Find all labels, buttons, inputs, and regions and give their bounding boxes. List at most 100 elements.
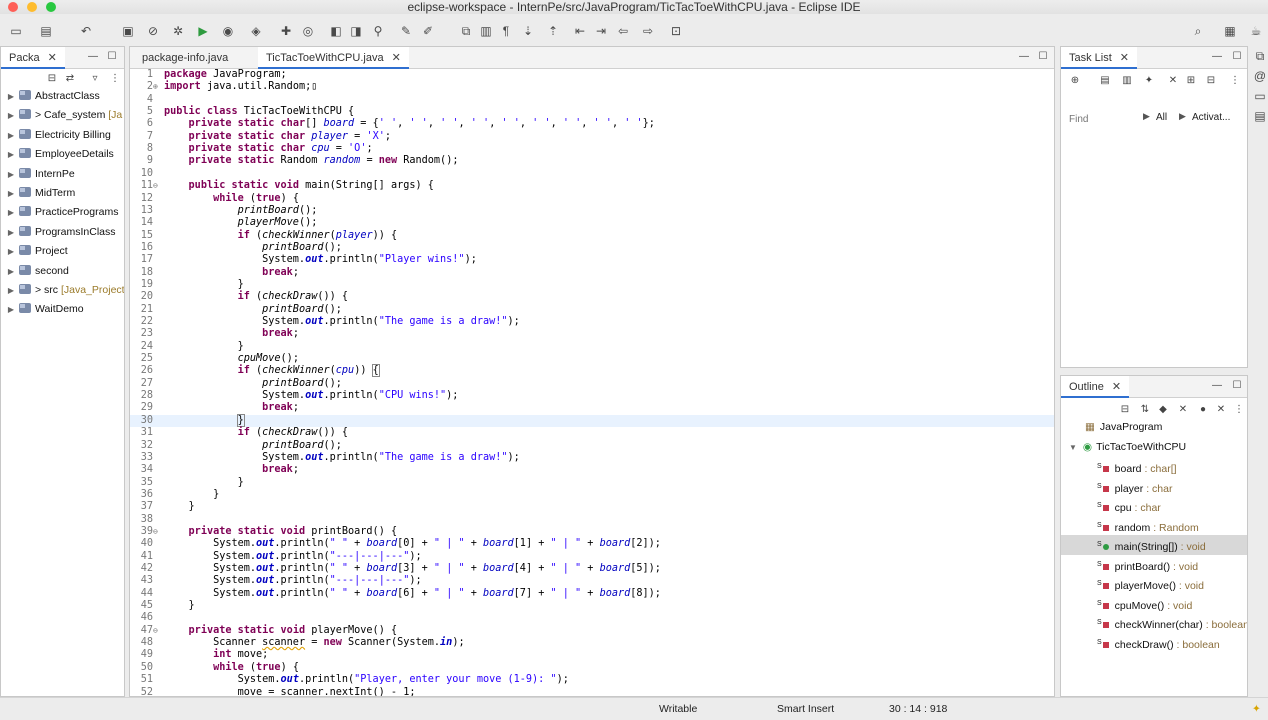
new-class-icon[interactable]: ◎	[300, 23, 316, 39]
external-tools-icon[interactable]: ◈	[248, 23, 264, 39]
tab-outline[interactable]: Outline ✕	[1061, 376, 1130, 398]
tab-task-list[interactable]: Task List ✕	[1061, 47, 1138, 69]
forward-icon[interactable]: ⇥	[593, 23, 609, 39]
chevron-right-icon[interactable]: ▶	[5, 87, 17, 106]
tab-tictactoe[interactable]: TicTacToeWithCPU.java ✕	[258, 47, 409, 69]
undo-icon[interactable]: ↶	[78, 23, 94, 39]
code-line[interactable]: 15 if (checkWinner(player)) {	[130, 230, 1054, 242]
collapse-icon[interactable]: ⊟	[1205, 75, 1217, 87]
project-item[interactable]: ▶ > src [Java_Project	[1, 281, 124, 300]
code-line[interactable]: 48 Scanner scanner = new Scanner(System.…	[130, 637, 1054, 649]
minimize-icon[interactable]: —	[1211, 380, 1223, 392]
outline-item[interactable]: SplayerMove() : void	[1061, 574, 1247, 594]
prev-annotation-icon[interactable]: ⇡	[545, 23, 561, 39]
block-selection-icon[interactable]: ⧉	[458, 23, 474, 39]
fold-toggle[interactable]: ⊖	[153, 180, 161, 192]
view-menu-icon[interactable]: ⋮	[1233, 404, 1245, 416]
code-line[interactable]: 14 playerMove();	[130, 217, 1054, 229]
minimize-icon[interactable]: —	[87, 51, 99, 63]
code-line[interactable]: 41 System.out.println("---|---|---");	[130, 551, 1054, 563]
code-line[interactable]: 42 System.out.println(" " + board[3] + "…	[130, 563, 1054, 575]
outline-item[interactable]: Srandom : Random	[1061, 516, 1247, 536]
tip-icon[interactable]: ✦	[1252, 698, 1261, 720]
code-line[interactable]: 7 private static char player = 'X';	[130, 131, 1054, 143]
code-line[interactable]: 51 System.out.println("Player, enter you…	[130, 674, 1054, 686]
back-icon[interactable]: ⇦	[615, 23, 631, 39]
close-icon[interactable]: ✕	[48, 47, 57, 69]
code-line[interactable]: 35 }	[130, 477, 1054, 489]
project-item[interactable]: ▶ second	[1, 262, 69, 281]
chevron-right-icon[interactable]: ▶	[5, 145, 17, 164]
code-line[interactable]: 52 move = scanner.nextInt() - 1;	[130, 687, 1054, 697]
project-item[interactable]: ▶ ProgramsInClass	[1, 223, 116, 242]
insert-mode-status[interactable]: Smart Insert	[777, 698, 834, 720]
outline-item[interactable]: Scpu : char	[1061, 496, 1247, 516]
tab-package-explorer[interactable]: Packa ✕	[1, 47, 65, 69]
last-edit-icon[interactable]: ⇤	[572, 23, 588, 39]
search-icon[interactable]: ⌕	[1190, 23, 1206, 39]
hide-static-icon[interactable]: ✕	[1177, 404, 1189, 416]
paragraph-icon[interactable]: ¶	[498, 23, 514, 39]
minimize-icon[interactable]: —	[1211, 51, 1223, 63]
code-line[interactable]: 33 System.out.println("The game is a dra…	[130, 452, 1054, 464]
run-icon[interactable]: ▶	[195, 23, 211, 39]
collapse-all-icon[interactable]: ⊟	[46, 73, 58, 85]
minimize-window-button[interactable]	[27, 2, 37, 12]
code-line[interactable]: 20 if (checkDraw()) {	[130, 291, 1054, 303]
restore-icon[interactable]: ⧉	[1252, 48, 1268, 64]
chevron-right-icon[interactable]: ▶	[5, 300, 17, 319]
code-line[interactable]: 23 break;	[130, 328, 1054, 340]
outline-item[interactable]: Sboard : char[]	[1061, 457, 1247, 477]
new-java-project-icon[interactable]: ✚	[278, 23, 294, 39]
code-line[interactable]: 46	[130, 612, 1054, 624]
maximize-icon[interactable]: ☐	[1231, 380, 1243, 392]
hide-nonpublic-icon[interactable]: ●	[1197, 404, 1209, 416]
code-line[interactable]: 16 printBoard();	[130, 242, 1054, 254]
code-line[interactable]: 19 }	[130, 279, 1054, 291]
project-item[interactable]: ▶ > Cafe_system [Ja	[1, 106, 122, 125]
code-line[interactable]: 4	[130, 94, 1054, 106]
code-line[interactable]: 6 private static char[] board = {' ', ' …	[130, 118, 1054, 130]
code-line[interactable]: 27 printBoard();	[130, 378, 1054, 390]
scheduled-icon[interactable]: ▥	[1121, 75, 1133, 87]
code-line[interactable]: 18 break;	[130, 267, 1054, 279]
project-item[interactable]: ▶ MidTerm	[1, 184, 75, 203]
activate-link[interactable]: Activat...	[1192, 112, 1230, 123]
declaration-icon[interactable]: ▭	[1252, 88, 1268, 104]
code-line[interactable]: 43 System.out.println("---|---|---");	[130, 575, 1054, 587]
coverage-icon[interactable]: ◉	[220, 23, 236, 39]
code-line[interactable]: 47 ⊖ private static void playerMove() {	[130, 625, 1054, 637]
chevron-right-icon[interactable]: ▶	[5, 281, 17, 300]
search-tool-icon[interactable]: ⚲	[370, 23, 386, 39]
hide-local-types-icon[interactable]: ✕	[1215, 404, 1227, 416]
code-line[interactable]: 10	[130, 168, 1054, 180]
code-line[interactable]: 22 System.out.println("The game is a dra…	[130, 316, 1054, 328]
code-line[interactable]: 1 package JavaProgram;	[130, 69, 1054, 81]
code-line[interactable]: 32 printBoard();	[130, 440, 1054, 452]
hide-fields-icon[interactable]: ◆	[1157, 404, 1169, 416]
next-annotation-icon[interactable]: ⇣	[520, 23, 536, 39]
close-icon[interactable]: ✕	[392, 47, 401, 69]
code-line[interactable]: 44 System.out.println(" " + board[6] + "…	[130, 588, 1054, 600]
code-line[interactable]: 50 while (true) {	[130, 662, 1054, 674]
code-line[interactable]: 37 }	[130, 501, 1054, 513]
maximize-icon[interactable]: ☐	[1231, 51, 1243, 63]
code-line[interactable]: 38	[130, 514, 1054, 526]
maximize-icon[interactable]: ☐	[106, 51, 118, 63]
chevron-right-icon[interactable]: ▶	[5, 262, 17, 281]
view-menu-icon[interactable]: ⋮	[109, 73, 121, 85]
code-line[interactable]: 17 System.out.println("Player wins!");	[130, 254, 1054, 266]
code-line[interactable]: 25 cpuMove();	[130, 353, 1054, 365]
code-line[interactable]: 49 int move;	[130, 649, 1054, 661]
find-input[interactable]	[1069, 111, 1137, 127]
outline-item[interactable]: ScheckWinner(char) : boolean	[1061, 613, 1247, 633]
maximize-window-button[interactable]	[46, 2, 56, 12]
project-item[interactable]: ▶ InternPe	[1, 165, 75, 184]
code-line[interactable]: 13 printBoard();	[130, 205, 1054, 217]
highlight-icon[interactable]: ✐	[420, 23, 436, 39]
filter-icon[interactable]: ⊞	[1185, 75, 1197, 87]
code-editor[interactable]: 1 package JavaProgram; 2 ⊕ import java.util.…	[130, 69, 1054, 696]
code-line[interactable]: 39 ⊖ private static void printBoard() {	[130, 526, 1054, 538]
fold-toggle[interactable]: ⊖	[153, 526, 161, 538]
console-icon[interactable]: ▤	[1252, 108, 1268, 124]
